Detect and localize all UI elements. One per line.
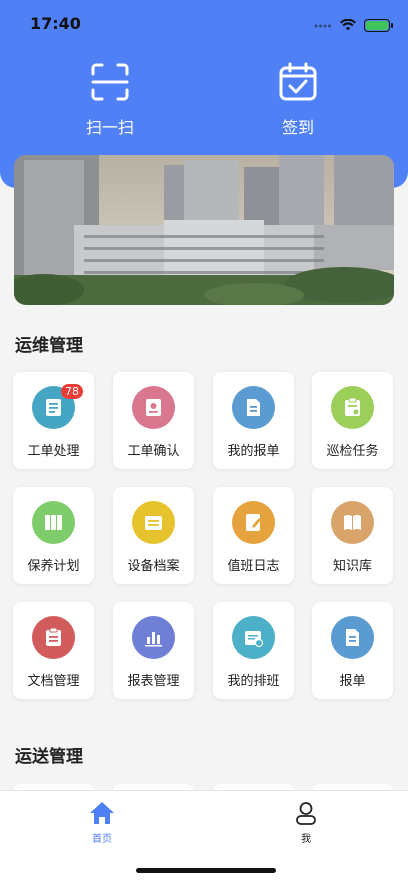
- calendar-check-icon: [279, 62, 317, 101]
- duty-log-card[interactable]: 值班日志: [213, 487, 294, 584]
- my-report-icon: [232, 386, 275, 429]
- card-label: 我的排班: [227, 674, 280, 689]
- sign-in-label: 签到: [281, 118, 314, 137]
- signal-icon: [314, 16, 332, 35]
- report-chart-icon: [132, 616, 175, 659]
- my-report-card[interactable]: 我的报单: [213, 372, 294, 469]
- knowledge-base-icon: [331, 501, 374, 544]
- scan-label: 扫一扫: [85, 118, 134, 137]
- equipment-file-icon: [132, 501, 175, 544]
- card-label: 巡检任务: [326, 444, 379, 459]
- card-label: 我的报单: [227, 444, 280, 459]
- banner-image[interactable]: [14, 155, 394, 305]
- document-management-card[interactable]: 文档管理: [13, 602, 94, 699]
- document-icon: [32, 616, 75, 659]
- section-title-operations: 运维管理: [15, 336, 83, 356]
- status-bar: 17:40: [0, 0, 408, 48]
- tab-home-label: 首页: [92, 834, 112, 845]
- schedule-icon: [232, 616, 275, 659]
- maintenance-plan-card[interactable]: 保养计划: [13, 487, 94, 584]
- report-card[interactable]: 报单: [312, 602, 393, 699]
- home-indicator: [136, 868, 276, 873]
- my-schedule-card[interactable]: 我的排班: [213, 602, 294, 699]
- card-label: 设备档案: [127, 559, 180, 574]
- card-label: 保养计划: [27, 559, 80, 574]
- order-confirm-icon: [132, 386, 175, 429]
- section-title-transport: 运送管理: [15, 747, 83, 767]
- wifi-icon: [340, 16, 356, 35]
- card-label: 工单处理: [27, 444, 80, 459]
- card-label: 知识库: [332, 559, 372, 574]
- tab-me-label: 我: [301, 834, 311, 845]
- card-label: 报表管理: [127, 674, 180, 689]
- card-label: 工单确认: [127, 444, 180, 459]
- tab-home[interactable]: 首页: [72, 801, 132, 845]
- inspection-task-card[interactable]: 巡检任务: [312, 372, 393, 469]
- status-time: 17:40: [30, 14, 81, 33]
- duty-log-icon: [232, 501, 275, 544]
- report-management-card[interactable]: 报表管理: [113, 602, 194, 699]
- knowledge-base-card[interactable]: 知识库: [312, 487, 393, 584]
- card-label: 文档管理: [27, 674, 80, 689]
- maintenance-icon: [32, 501, 75, 544]
- inspection-icon: [331, 386, 374, 429]
- home-icon: [90, 802, 114, 824]
- card-label: 报单: [339, 674, 366, 689]
- work-order-confirm-card[interactable]: 工单确认: [113, 372, 194, 469]
- scan-icon: [91, 63, 129, 101]
- work-order-processing-card[interactable]: 78 工单处理: [13, 372, 94, 469]
- equipment-file-card[interactable]: 设备档案: [113, 487, 194, 584]
- battery-icon: [364, 19, 393, 32]
- unread-count-badge: 78: [61, 384, 83, 399]
- sign-in-button[interactable]: 签到: [238, 62, 358, 138]
- user-icon: [296, 802, 316, 825]
- scan-button[interactable]: 扫一扫: [50, 62, 170, 138]
- tab-me[interactable]: 我: [276, 801, 336, 845]
- report-doc-icon: [331, 616, 374, 659]
- card-label: 值班日志: [227, 559, 280, 574]
